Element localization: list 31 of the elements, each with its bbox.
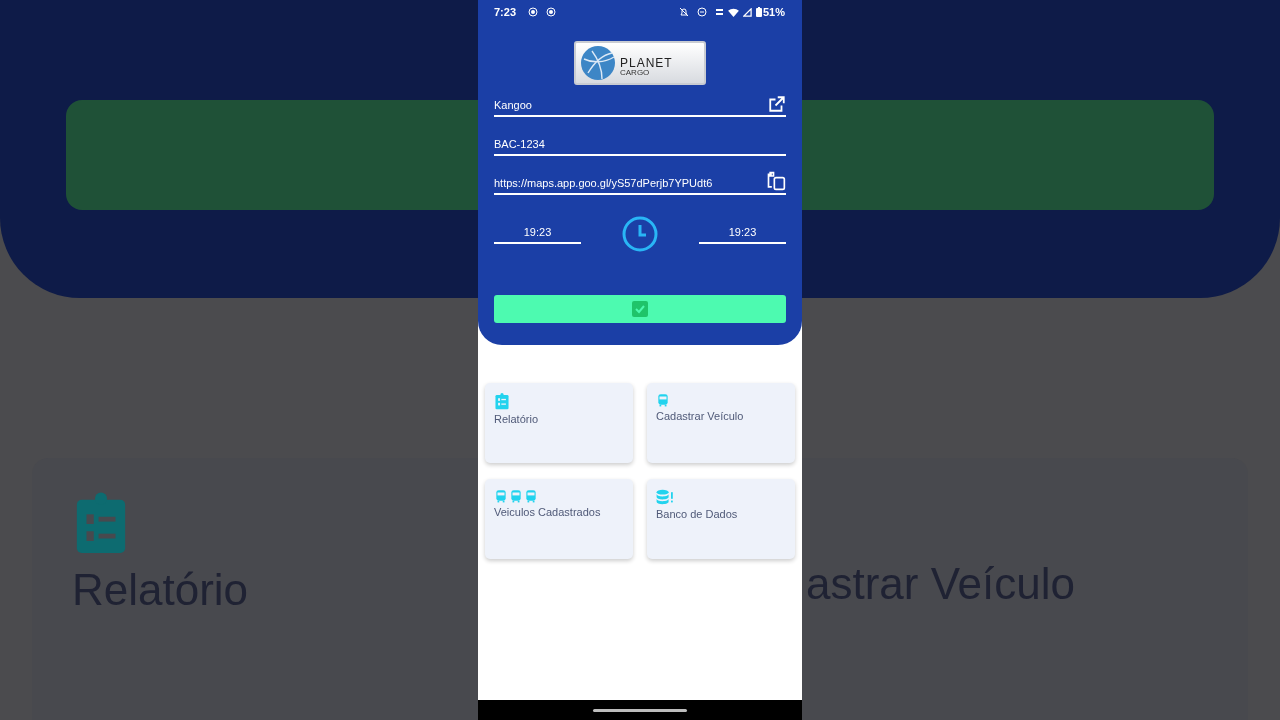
open-external-icon[interactable] bbox=[768, 95, 786, 113]
bus-icon bbox=[656, 393, 670, 407]
clock-icon[interactable] bbox=[621, 215, 659, 253]
network-type-icon bbox=[714, 7, 724, 17]
status-time: 7:23 bbox=[494, 4, 517, 20]
menu-card[interactable]: Relatório bbox=[485, 383, 633, 463]
bell-off-icon bbox=[678, 7, 689, 17]
battery-level: 51% bbox=[762, 4, 785, 20]
clipboard-copy-icon[interactable] bbox=[766, 171, 786, 191]
text-field[interactable]: Kangoo bbox=[494, 93, 786, 117]
text-field[interactable]: https://maps.app.goo.gl/yS57dPerjb7YPUdt6 bbox=[494, 171, 786, 195]
start-time-field[interactable]: 19:23 bbox=[494, 223, 581, 245]
home-indicator[interactable] bbox=[593, 708, 687, 712]
do-not-disturb-icon bbox=[696, 7, 707, 17]
database-alert-icon bbox=[656, 489, 674, 505]
menu-card[interactable]: Veiculos Cadastrados bbox=[485, 479, 633, 559]
logo-subtitle: CARGO bbox=[620, 69, 651, 77]
text-field[interactable]: BAC-1234 bbox=[494, 132, 786, 156]
clipboard-icon bbox=[494, 393, 510, 410]
wifi-icon bbox=[727, 7, 739, 17]
battery-icon bbox=[755, 7, 762, 17]
record-icon bbox=[546, 7, 557, 17]
menu-card[interactable]: Banco de Dados bbox=[647, 479, 795, 559]
signal-icon bbox=[742, 7, 752, 17]
menu-card[interactable]: Cadastrar Veículo bbox=[647, 383, 795, 463]
buses-icon bbox=[494, 489, 538, 503]
check-icon bbox=[632, 301, 648, 317]
end-time-field[interactable]: 19:23 bbox=[699, 223, 786, 245]
record-icon bbox=[528, 7, 539, 17]
logo-title: PLANET bbox=[620, 57, 673, 69]
globe-icon bbox=[580, 45, 616, 81]
